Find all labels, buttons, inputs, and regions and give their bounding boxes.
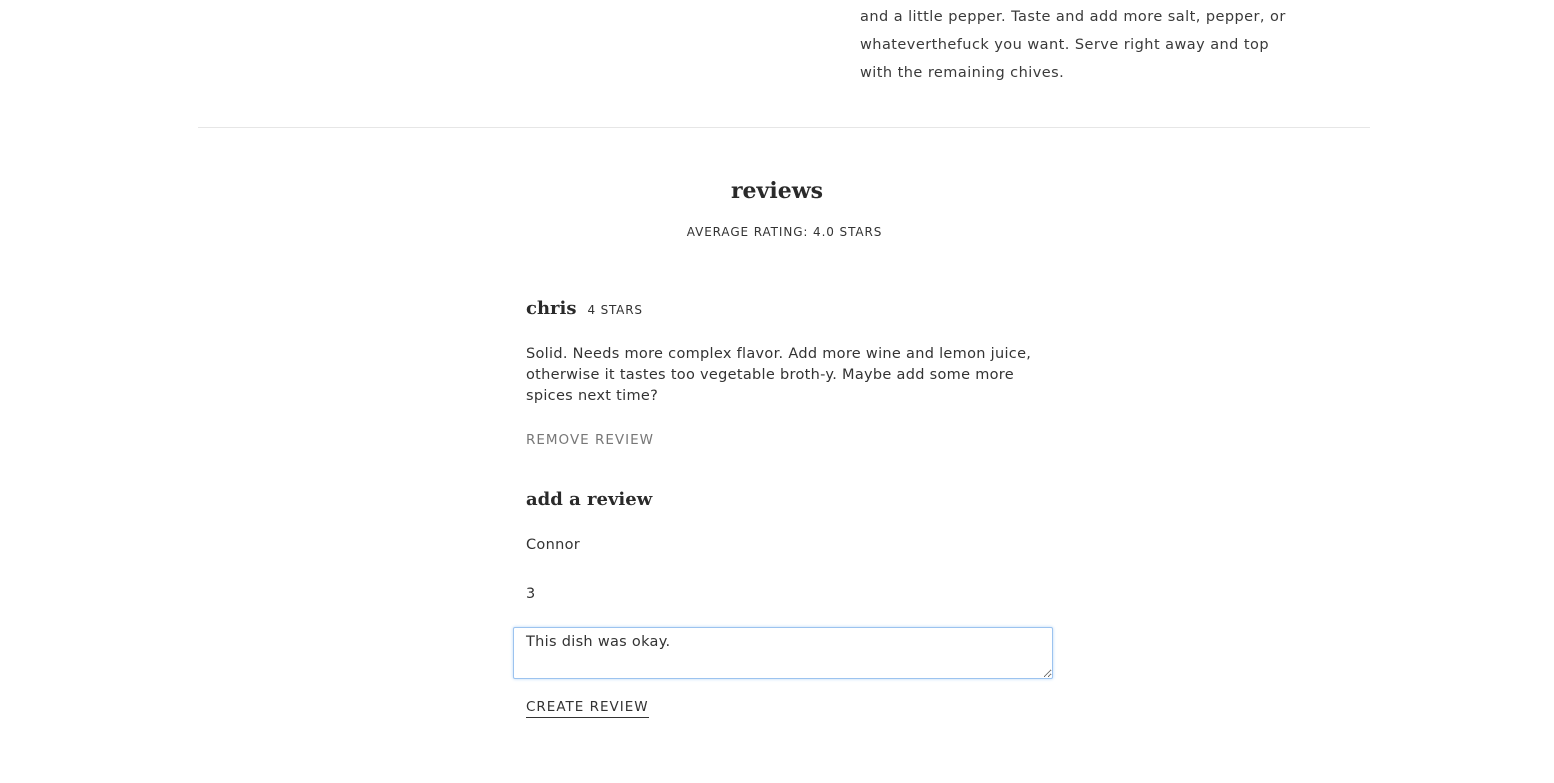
average-rating: AVERAGE RATING: 4.0 STARS [686, 225, 883, 239]
remove-review-button[interactable]: REMOVE REVIEW [526, 432, 654, 448]
review-author: chris [526, 298, 577, 319]
review-body-textarea[interactable]: This dish was okay. [513, 627, 1053, 679]
reviewer-name-input[interactable] [526, 537, 826, 553]
add-review-heading: add a review [526, 489, 653, 510]
recipe-instructions-text: and a little pepper. Taste and add more … [860, 9, 1286, 81]
create-review-button[interactable]: CREATE REVIEW [526, 698, 649, 718]
review-stars: 4 STARS [587, 303, 643, 317]
section-divider [198, 127, 1370, 128]
reviews-heading: reviews [730, 178, 824, 204]
rating-input[interactable] [526, 586, 826, 602]
review-body: Solid. Needs more complex flavor. Add mo… [526, 346, 1032, 404]
review-item: chris 4 STARS Solid. Needs more complex f… [526, 298, 1066, 448]
